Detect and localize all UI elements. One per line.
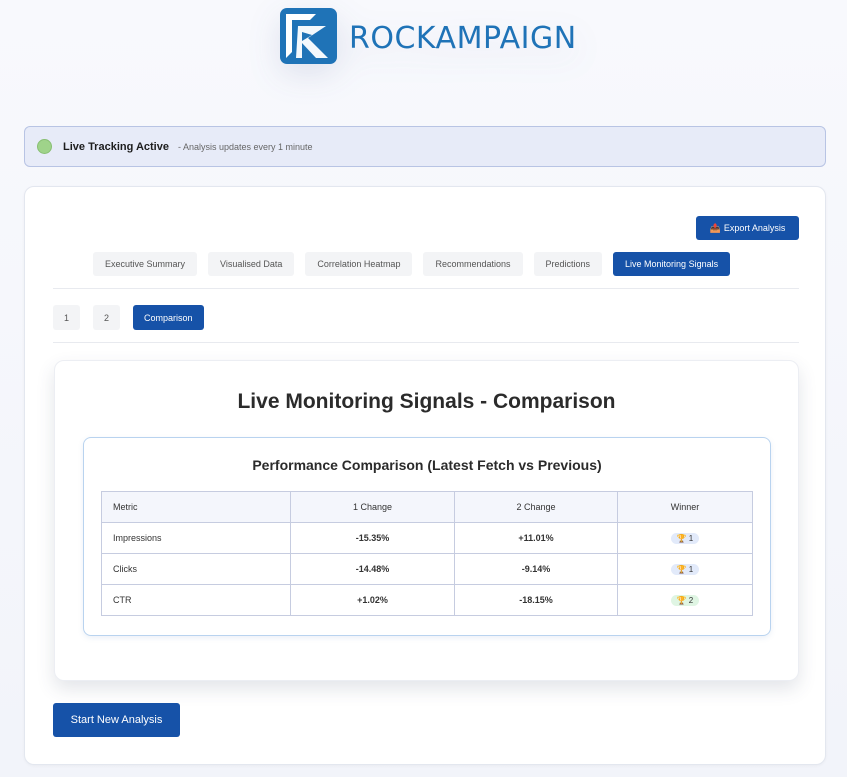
winner-label: 1 bbox=[688, 533, 694, 543]
change-1-cell: +1.02% bbox=[290, 584, 455, 616]
trophy-icon: 🏆 bbox=[676, 595, 687, 605]
panel-title: Live Monitoring Signals - Comparison bbox=[237, 390, 616, 413]
tab-recommendations[interactable]: Recommendations bbox=[423, 252, 523, 276]
analysis-card: 📤 Export Analysis Executive Summary Visu… bbox=[24, 186, 826, 765]
winner-label: 2 bbox=[688, 595, 694, 605]
analysis-tabs: Executive Summary Visualised Data Correl… bbox=[93, 252, 731, 276]
tab-visualised-data[interactable]: Visualised Data bbox=[208, 252, 295, 276]
subtab-comparison[interactable]: Comparison bbox=[133, 305, 204, 330]
metric-cell: Impressions bbox=[101, 522, 291, 554]
tabs-divider bbox=[53, 288, 799, 289]
subtabs-divider bbox=[53, 342, 799, 343]
winner-cell: 🏆 2 bbox=[617, 584, 753, 616]
tab-correlation-heatmap[interactable]: Correlation Heatmap bbox=[305, 252, 413, 276]
header-winner: Winner bbox=[617, 491, 753, 523]
change-1-cell: -14.48% bbox=[290, 553, 455, 585]
change-2-cell: -9.14% bbox=[454, 553, 618, 585]
campaign-subtabs: 1 2 Comparison bbox=[53, 305, 204, 330]
header-2-change: 2 Change bbox=[454, 491, 618, 523]
table-header-row: Metric 1 Change 2 Change Winner bbox=[101, 491, 753, 523]
table-row: CTR +1.02% -18.15% 🏆 2 bbox=[101, 584, 753, 616]
table-row: Clicks -14.48% -9.14% 🏆 1 bbox=[101, 553, 753, 585]
header-1-change: 1 Change bbox=[290, 491, 455, 523]
header-metric: Metric bbox=[101, 491, 291, 523]
start-new-analysis-button[interactable]: Start New Analysis bbox=[53, 703, 180, 737]
table-row: Impressions -15.35% +11.01% 🏆 1 bbox=[101, 522, 753, 554]
comparison-table: Metric 1 Change 2 Change Winner Impressi… bbox=[101, 491, 753, 616]
export-analysis-button[interactable]: 📤 Export Analysis bbox=[696, 216, 799, 240]
winner-cell: 🏆 1 bbox=[617, 553, 753, 585]
winner-badge: 🏆 1 bbox=[670, 563, 700, 575]
brand-name: ROCKAMPAIGN bbox=[349, 21, 577, 56]
brand-logo: ROCKAMPAIGN bbox=[280, 8, 577, 64]
live-tracking-title: Live Tracking Active bbox=[63, 140, 169, 153]
trophy-icon: 🏆 bbox=[676, 533, 687, 543]
change-1-cell: -15.35% bbox=[290, 522, 455, 554]
winner-badge: 🏆 1 bbox=[670, 532, 700, 544]
winner-badge: 🏆 2 bbox=[670, 594, 700, 606]
live-tracking-subtitle: - Analysis updates every 1 minute bbox=[177, 141, 313, 152]
comparison-title: Performance Comparison (Latest Fetch vs … bbox=[252, 457, 602, 473]
trophy-icon: 🏆 bbox=[676, 564, 687, 574]
live-tracking-banner: Live Tracking Active - Analysis updates … bbox=[24, 126, 826, 167]
tab-predictions[interactable]: Predictions bbox=[533, 252, 603, 276]
metric-cell: CTR bbox=[101, 584, 291, 616]
comparison-panel: Live Monitoring Signals - Comparison Per… bbox=[54, 360, 799, 681]
tab-live-monitoring-signals[interactable]: Live Monitoring Signals bbox=[613, 252, 731, 276]
change-2-cell: -18.15% bbox=[454, 584, 618, 616]
subtab-2[interactable]: 2 bbox=[93, 305, 120, 330]
change-2-cell: +11.01% bbox=[454, 522, 618, 554]
winner-cell: 🏆 1 bbox=[617, 522, 753, 554]
subtab-1[interactable]: 1 bbox=[53, 305, 80, 330]
export-icon: 📤 bbox=[709, 222, 721, 233]
export-analysis-label: Export Analysis bbox=[723, 223, 786, 233]
tab-executive-summary[interactable]: Executive Summary bbox=[93, 252, 198, 276]
winner-label: 1 bbox=[688, 564, 694, 574]
rockampaign-logo-icon bbox=[280, 8, 337, 64]
metric-cell: Clicks bbox=[101, 553, 291, 585]
page: ROCKAMPAIGN Live Tracking Active - Analy… bbox=[0, 0, 847, 777]
live-status-dot-icon bbox=[37, 139, 52, 154]
performance-comparison-box: Performance Comparison (Latest Fetch vs … bbox=[83, 437, 771, 636]
